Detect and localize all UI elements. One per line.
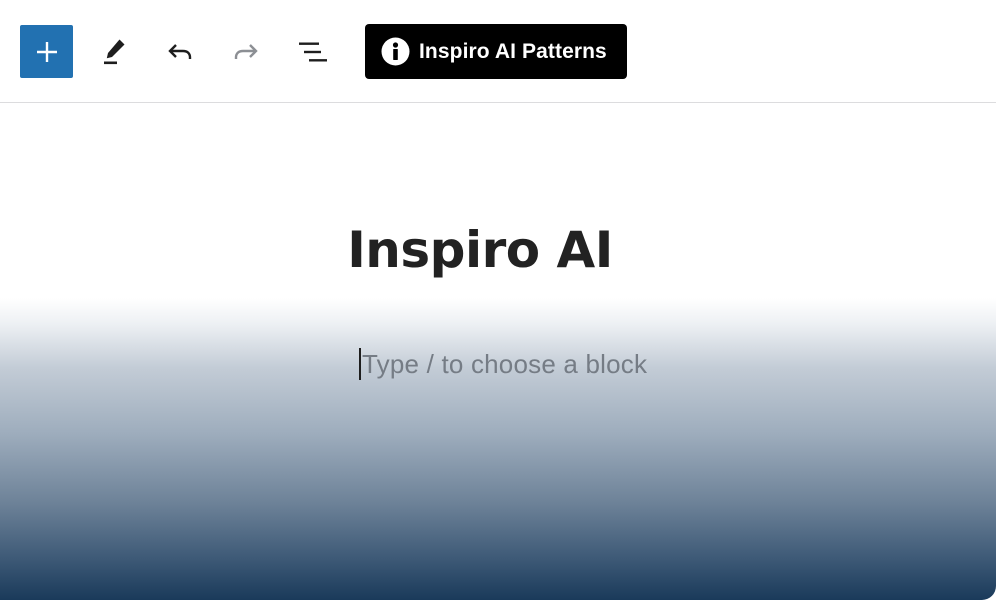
post-title[interactable]: Inspiro AI [0, 221, 960, 279]
info-icon [381, 37, 410, 66]
editor-toolbar: Inspiro AI Patterns [0, 0, 996, 103]
patterns-button-label: Inspiro AI Patterns [419, 39, 607, 63]
pencil-icon [103, 39, 124, 64]
text-cursor [359, 348, 361, 380]
plus-icon [36, 41, 57, 62]
add-block-button[interactable] [20, 25, 73, 78]
editor-window: Inspiro AI Patterns Inspiro AI Type / to… [0, 0, 996, 600]
redo-icon [234, 43, 258, 59]
block-placeholder: Type / to choose a block [362, 348, 648, 379]
list-view-button[interactable] [286, 25, 339, 78]
tools-button[interactable] [87, 25, 140, 78]
editor-canvas[interactable]: Inspiro AI Type / to choose a block [0, 103, 996, 600]
list-view-icon [298, 42, 327, 61]
undo-icon [167, 43, 191, 59]
redo-button[interactable] [219, 25, 272, 78]
empty-block[interactable]: Type / to choose a block [359, 347, 647, 381]
inspiro-ai-patterns-button[interactable]: Inspiro AI Patterns [365, 24, 627, 79]
undo-button[interactable] [153, 25, 206, 78]
